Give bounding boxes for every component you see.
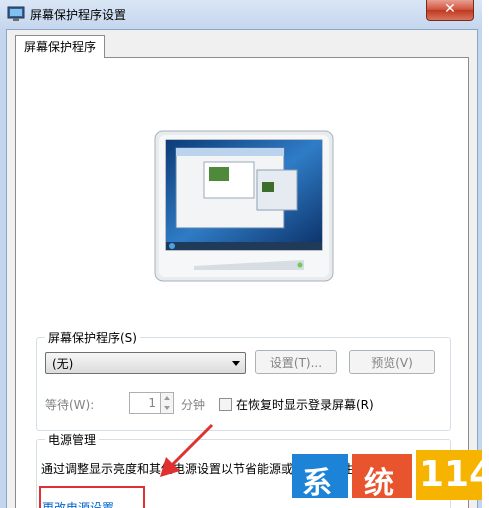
wait-minutes-input[interactable]: 1 [129,392,161,414]
watermark-char-2: 统 [364,466,394,501]
tab-screensaver[interactable]: 屏幕保护程序 [15,35,106,58]
settings-button[interactable]: 设置(T)... [255,350,337,374]
close-button[interactable]: ✕ [426,0,474,21]
watermark-char-3: 114 [419,454,482,495]
watermark-char-1: 系 [302,466,332,501]
resume-logon-label[interactable]: 在恢复时显示登录屏幕(R) [236,396,374,413]
dialog-content: 屏幕保护程序 屏幕保护程序(S) (无) 设置(T)... 预览(V) 等待(W… [6,29,478,508]
red-arrow-icon [160,423,214,477]
chevron-down-icon [232,361,240,366]
resume-logon-checkbox[interactable] [219,398,232,411]
tab-panel: 屏幕保护程序(S) (无) 设置(T)... 预览(V) 等待(W): 1 分钟… [15,57,469,508]
screensaver-select-value: (无) [52,357,74,371]
spin-up-icon[interactable] [161,393,173,403]
screensaver-group-label: 屏幕保护程序(S) [45,329,140,346]
wait-spinner[interactable] [160,392,174,414]
monitor-preview-image [154,130,334,282]
watermark-logo: 系 统 114 [292,450,482,501]
title-bar[interactable]: 屏幕保护程序设置 ✕ [0,0,482,28]
screensaver-group: 屏幕保护程序(S) (无) 设置(T)... 预览(V) 等待(W): 1 分钟… [36,329,451,431]
screensaver-select[interactable]: (无) [45,352,246,374]
screensaver-app-icon [7,6,25,21]
highlight-box [39,486,145,508]
dialog-window: 屏幕保护程序设置 ✕ 屏幕保护程序 屏幕保护程序(S) (无) 设置(T)...… [0,0,482,508]
power-group-label: 电源管理 [45,431,100,448]
spin-down-icon[interactable] [161,403,173,413]
preview-button[interactable]: 预览(V) [349,350,435,374]
window-title: 屏幕保护程序设置 [30,8,127,22]
wait-label: 等待(W): [45,398,95,412]
wait-unit: 分钟 [181,398,206,412]
